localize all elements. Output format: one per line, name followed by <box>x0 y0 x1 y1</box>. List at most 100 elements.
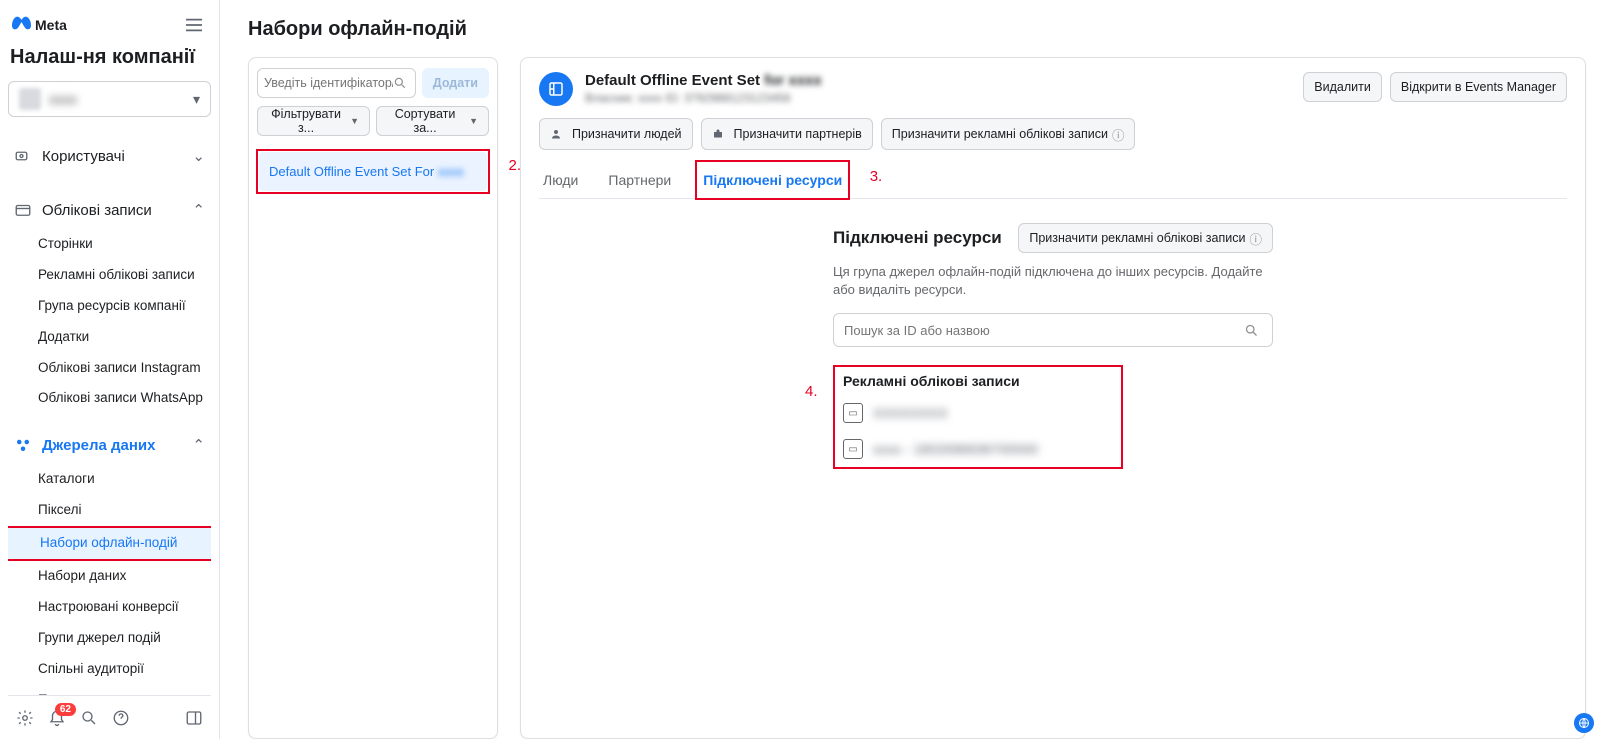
list-search[interactable] <box>257 68 416 98</box>
detail-title: Default Offline Event Set <box>585 72 760 89</box>
sub-pixels[interactable]: Пікселі <box>8 495 211 526</box>
nav-datasources-label: Джерела даних <box>42 437 156 454</box>
briefcase-icon <box>712 128 730 140</box>
page-title: Набори офлайн-подій <box>248 18 1586 41</box>
users-icon <box>14 147 32 165</box>
list-search-input[interactable] <box>264 76 393 90</box>
ad-account-name: XXXXXXXX <box>873 405 948 421</box>
ad-account-row[interactable]: ▭ XXXXXXXX <box>835 395 1121 431</box>
bell-icon[interactable]: 62 <box>48 709 66 727</box>
tab-connected-assets[interactable]: Підключені ресурси <box>699 162 846 198</box>
chevron-down-icon: ▾ <box>193 91 200 108</box>
assign-partners-button[interactable]: Призначити партнерів <box>701 118 873 150</box>
assign-ad-accounts-button-2[interactable]: Призначити рекламні облікові записи ⓘ <box>1018 223 1273 253</box>
info-icon: ⓘ <box>1249 229 1262 248</box>
sub-event-groups[interactable]: Групи джерел подій <box>8 623 211 654</box>
menu-icon[interactable] <box>181 12 207 38</box>
detail-title-blur: for xxxx <box>764 72 822 89</box>
person-icon <box>550 128 568 140</box>
sub-catalogs[interactable]: Каталоги <box>8 464 211 495</box>
panel-icon[interactable] <box>185 709 203 727</box>
nav-users-label: Користувачі <box>42 148 125 165</box>
search-icon <box>393 76 409 90</box>
company-selector[interactable]: xxxx ▾ <box>8 81 211 117</box>
sort-button[interactable]: Сортувати за... ▼ <box>376 106 489 136</box>
event-set-icon <box>539 72 573 106</box>
sub-creative-folders[interactable]: Папки для рекламних матеріалів ... <box>8 685 211 695</box>
bottom-bar: 62 <box>8 695 211 739</box>
chevron-up-icon: ⌃ <box>192 201 205 219</box>
event-set-item[interactable]: Default Offline Event Set For xxxx <box>259 152 487 191</box>
tab-people[interactable]: Люди <box>539 162 582 198</box>
gear-icon[interactable] <box>16 709 34 727</box>
ad-account-icon: ▭ <box>843 439 863 459</box>
delete-button[interactable]: Видалити <box>1303 72 1382 102</box>
sub-shared-aud[interactable]: Спільні аудиторії <box>8 654 211 685</box>
ad-account-row[interactable]: ▭ xxxx - 1802696836700000 <box>835 431 1121 467</box>
nav-datasources[interactable]: Джерела даних ⌃ <box>8 428 211 462</box>
sidebar: Meta Налаш-ня компанії xxxx ▾ Користувач… <box>0 0 220 739</box>
accounts-icon <box>14 201 32 219</box>
brand-text: Meta <box>35 17 67 33</box>
nav-users[interactable]: Користувачі ⌄ <box>8 139 211 173</box>
company-avatar <box>19 88 41 110</box>
delete-label: Видалити <box>1314 80 1371 94</box>
accounts-section-title: Рекламні облікові записи <box>835 367 1121 395</box>
page-heading: Налаш-ня компанії <box>8 38 211 81</box>
assign-ad-label-2: Призначити рекламні облікові записи <box>1029 231 1245 245</box>
sub-ad-accounts[interactable]: Рекламні облікові записи <box>8 260 211 291</box>
caret-icon: ▼ <box>469 116 478 126</box>
sub-offline-events[interactable]: Набори офлайн-подій <box>8 528 211 559</box>
annotation-3: 3. <box>870 168 883 185</box>
ad-account-name: xxxx - 1802696836700000 <box>873 441 1038 457</box>
tab-connected-label: Підключені ресурси <box>703 172 842 188</box>
add-button[interactable]: Додати <box>422 68 489 98</box>
sub-instagram[interactable]: Облікові записи Instagram <box>8 353 211 384</box>
sub-pages[interactable]: Сторінки <box>8 229 211 260</box>
filter-label: Фільтрувати з... <box>268 107 344 135</box>
chevron-down-icon: ⌄ <box>192 147 205 165</box>
meta-logo-icon <box>12 16 31 34</box>
sub-whatsapp[interactable]: Облікові записи WhatsApp <box>8 383 211 414</box>
event-set-item-label: Default Offline Event Set For <box>269 164 434 179</box>
resource-search-input[interactable] <box>844 323 1244 338</box>
brand: Meta <box>12 16 67 34</box>
open-events-manager-button[interactable]: Відкрити в Events Manager <box>1390 72 1567 102</box>
chevron-up-icon: ⌃ <box>192 436 205 454</box>
filter-button[interactable]: Фільтрувати з... ▼ <box>257 106 370 136</box>
detail-sub: Власник: xxxx ID: 3792988123123456 <box>585 91 791 105</box>
assign-ad-accounts-button[interactable]: Призначити рекламні облікові записи ⓘ <box>881 118 1136 150</box>
globe-icon[interactable] <box>1574 713 1594 733</box>
nav-accounts[interactable]: Облікові записи ⌃ <box>8 193 211 227</box>
sub-apps[interactable]: Додатки <box>8 322 211 353</box>
add-button-label: Додати <box>433 76 478 90</box>
ad-account-icon: ▭ <box>843 403 863 423</box>
resource-search[interactable] <box>833 313 1273 347</box>
assign-ad-label: Призначити рекламні облікові записи <box>892 127 1108 141</box>
datasources-icon <box>14 436 32 454</box>
tab-people-label: Люди <box>543 172 578 188</box>
sub-custom-conv[interactable]: Настроювані конверсії <box>8 592 211 623</box>
notification-count: 62 <box>55 703 76 716</box>
section-title: Підключені ресурси <box>833 228 1002 248</box>
section-description: Ця група джерел офлайн-подій підключена … <box>833 263 1273 299</box>
annotation-2: 2. <box>508 157 521 174</box>
assign-people-label: Призначити людей <box>572 127 682 141</box>
tab-partners[interactable]: Партнери <box>604 162 675 198</box>
event-set-list-panel: Додати Фільтрувати з... ▼ Сортувати за...… <box>248 57 498 739</box>
nav-accounts-label: Облікові записи <box>42 202 152 219</box>
annotation-4: 4. <box>805 383 818 400</box>
sub-datasets[interactable]: Набори даних <box>8 561 211 592</box>
caret-icon: ▼ <box>350 116 359 126</box>
info-icon: ⓘ <box>1112 125 1125 144</box>
tab-partners-label: Партнери <box>608 172 671 188</box>
event-set-item-blur: xxxx <box>438 164 464 179</box>
search-icon[interactable] <box>80 709 98 727</box>
sort-label: Сортувати за... <box>387 107 463 135</box>
sub-asset-groups[interactable]: Група ресурсів компанії <box>8 291 211 322</box>
open-label: Відкрити в Events Manager <box>1401 80 1556 94</box>
assign-people-button[interactable]: Призначити людей <box>539 118 693 150</box>
help-icon[interactable] <box>112 709 130 727</box>
detail-panel: Default Offline Event Set for xxxx Власн… <box>520 57 1586 739</box>
assign-partners-label: Призначити партнерів <box>734 127 862 141</box>
